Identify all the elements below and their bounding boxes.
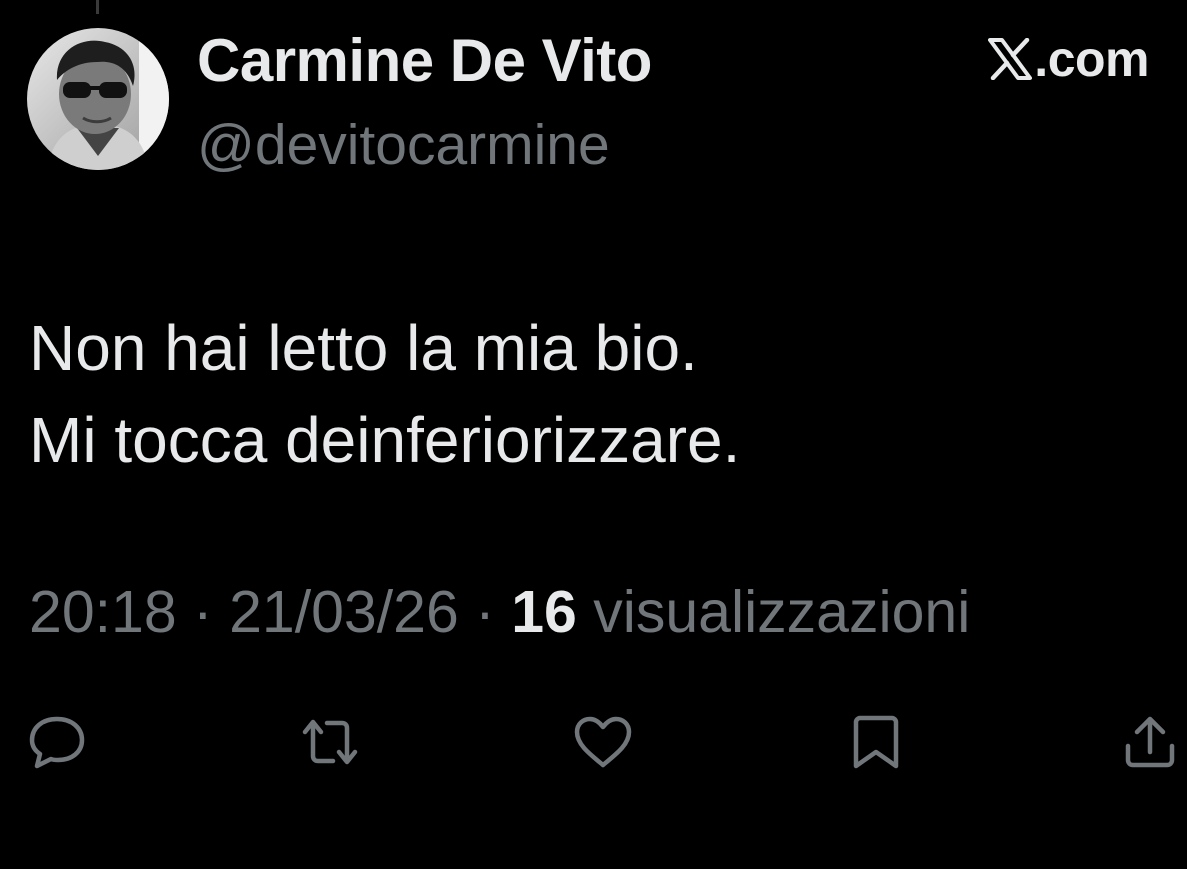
meta-separator: · (176, 579, 230, 645)
tweet-time[interactable]: 20:18 (29, 579, 177, 645)
views-count: 16 (511, 579, 577, 645)
x-logo-icon (988, 38, 1033, 80)
x-com-logo: .com (988, 30, 1149, 88)
views-label: visualizzazioni (576, 579, 971, 645)
repost-button[interactable] (300, 712, 360, 772)
share-icon (1123, 714, 1177, 770)
bookmark-icon (851, 714, 901, 770)
bookmark-button[interactable] (846, 712, 906, 772)
tweet-action-bar (0, 712, 1187, 772)
thread-connector-line (96, 0, 99, 14)
tweet-line: Non hai letto la mia bio. (29, 312, 698, 384)
tweet-metadata: 20:18 · 21/03/26 · 16 visualizzazioni (29, 578, 970, 646)
reply-button[interactable] (27, 712, 87, 772)
repost-icon (299, 716, 361, 768)
source-domain: .com (1034, 31, 1149, 87)
avatar[interactable] (27, 28, 169, 170)
tweet-date[interactable]: 21/03/26 (229, 579, 459, 645)
meta-separator: · (458, 579, 512, 645)
tweet-line: Mi tocca deinferiorizzare. (29, 404, 741, 476)
like-icon (573, 715, 633, 769)
author-name[interactable]: Carmine De Vito (197, 26, 652, 95)
share-button[interactable] (1120, 712, 1180, 772)
like-button[interactable] (573, 712, 633, 772)
avatar-image (27, 28, 169, 170)
reply-icon (28, 715, 86, 769)
tweet-text: Non hai letto la mia bio. Mi tocca deinf… (29, 302, 1149, 486)
author-handle[interactable]: @devitocarmine (197, 112, 610, 178)
